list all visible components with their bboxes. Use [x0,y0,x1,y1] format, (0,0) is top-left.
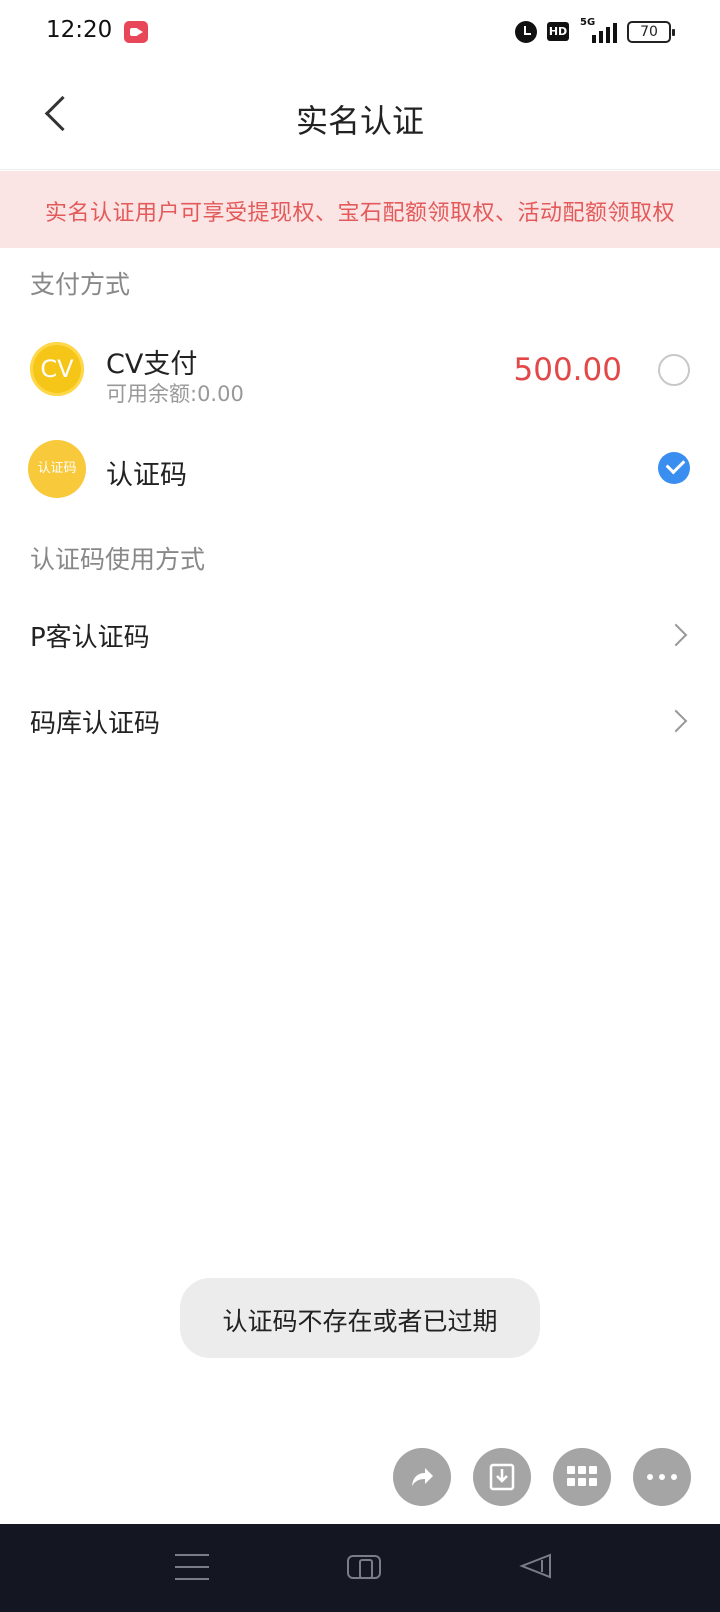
payment-option-name: 认证码 [106,460,187,491]
battery-icon: 70 [627,21,675,43]
alarm-icon [515,21,537,43]
code-method-item-pke[interactable]: P客认证码 [0,593,720,679]
hd-icon: HD [547,22,569,41]
page-title: 实名认证 [295,102,424,140]
status-bar: 12:20 HD 5G 70 [0,0,720,64]
notice-banner: 实名认证用户可享受提现权、宝石配额领取权、活动配额领取权 [0,171,720,248]
download-button[interactable] [473,1448,531,1506]
code-method-item-mk[interactable]: 码库认证码 [0,679,720,765]
signal-icon: 5G [578,17,618,43]
payment-option-balance: 可用余额:0.00 [106,382,244,406]
share-icon [412,1468,433,1486]
system-nav-bar [0,1524,720,1612]
chevron-right-icon [664,709,688,733]
code-method-label: 码库认证码 [30,709,161,739]
notice-text: 实名认证用户可享受提现权、宝石配额领取权、活动配额领取权 [44,201,675,226]
menu-icon[interactable] [175,1554,209,1580]
grid-icon [567,1466,597,1488]
payment-option-code[interactable]: 认证码 认证码 [0,428,720,512]
chevron-right-icon [664,623,688,647]
payment-section-label: 支付方式 [30,270,131,299]
payment-amount: 500.00 [513,352,622,388]
download-icon [489,1463,515,1491]
share-button[interactable] [393,1448,451,1506]
cv-coin-icon: CV [30,342,84,396]
screen-record-icon [124,21,148,43]
payment-option-cv[interactable]: CV CV支付 可用余额:0.00 500.00 [0,322,720,418]
code-method-section-label: 认证码使用方式 [30,545,206,574]
more-icon [647,1474,677,1480]
status-time: 12:20 [46,17,113,43]
toast: 认证码不存在或者已过期 [180,1278,540,1358]
back-icon[interactable] [518,1552,554,1580]
home-icon[interactable] [347,1555,381,1579]
auth-code-coin-icon: 认证码 [28,440,86,498]
header: 实名认证 [0,64,720,170]
more-button[interactable] [633,1448,691,1506]
code-method-label: P客认证码 [30,623,150,653]
radio-unchecked[interactable] [658,354,690,386]
page: 12:20 HD 5G 70 实名认证 实名认证用户可享受提现权、宝石配额领取权… [0,0,720,1612]
toast-text: 认证码不存在或者已过期 [222,1307,498,1336]
payment-option-name: CV支付 [106,349,198,380]
radio-checked[interactable] [658,452,690,484]
apps-button[interactable] [553,1448,611,1506]
network-type-label: 5G [580,17,596,28]
